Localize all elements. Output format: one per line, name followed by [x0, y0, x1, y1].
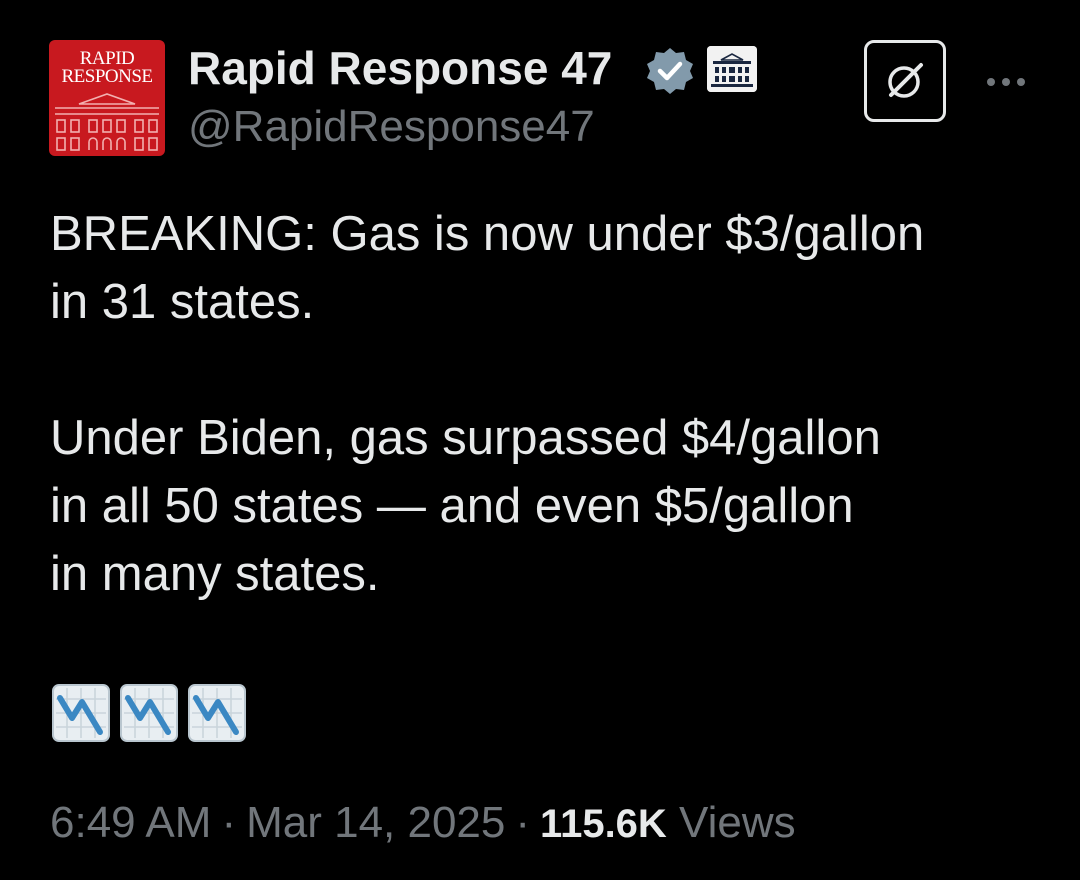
- tweet-line: in many states.: [50, 547, 380, 601]
- verified-badge-icon[interactable]: [645, 46, 695, 96]
- chart-decreasing-emoji-icon: [120, 684, 178, 742]
- more-icon: [987, 78, 1025, 86]
- tweet-line: in all 50 states — and even $5/gallon: [50, 479, 854, 533]
- user-handle[interactable]: @RapidResponse47: [188, 100, 595, 154]
- tweet-date[interactable]: Mar 14, 2025: [246, 798, 505, 847]
- grok-icon: [888, 63, 923, 98]
- tweet-line: BREAKING: Gas is now under $3/gallon: [50, 207, 925, 261]
- chart-decreasing-emoji-icon: [52, 684, 110, 742]
- avatar-logo-text: RAPID RESPONSE: [61, 48, 153, 87]
- tweet-meta: 6:49 AM · Mar 14, 2025 · 115.6K Views: [50, 795, 796, 852]
- more-options-button[interactable]: [980, 62, 1032, 102]
- display-name[interactable]: Rapid Response 47: [188, 40, 612, 96]
- views-label: Views: [679, 798, 796, 847]
- emoji-row: [52, 684, 246, 744]
- views-count[interactable]: 115.6K: [540, 802, 667, 846]
- avatar[interactable]: RAPID RESPONSE: [49, 40, 165, 156]
- separator: ·: [515, 798, 531, 847]
- tweet-text: BREAKING: Gas is now under $3/gallon in …: [50, 200, 1050, 608]
- tweet-line: Under Biden, gas surpassed $4/gallon: [50, 411, 881, 465]
- tweet: RAPID RESPONSE Rapid Response 47 @RapidR…: [0, 0, 1080, 880]
- white-house-icon: [55, 93, 159, 151]
- separator: ·: [221, 798, 237, 847]
- white-house-affiliation-icon[interactable]: [707, 46, 757, 92]
- chart-decreasing-emoji-icon: [188, 684, 246, 742]
- grok-button[interactable]: [864, 40, 946, 122]
- tweet-line: in 31 states.: [50, 275, 315, 329]
- tweet-time[interactable]: 6:49 AM: [50, 798, 211, 847]
